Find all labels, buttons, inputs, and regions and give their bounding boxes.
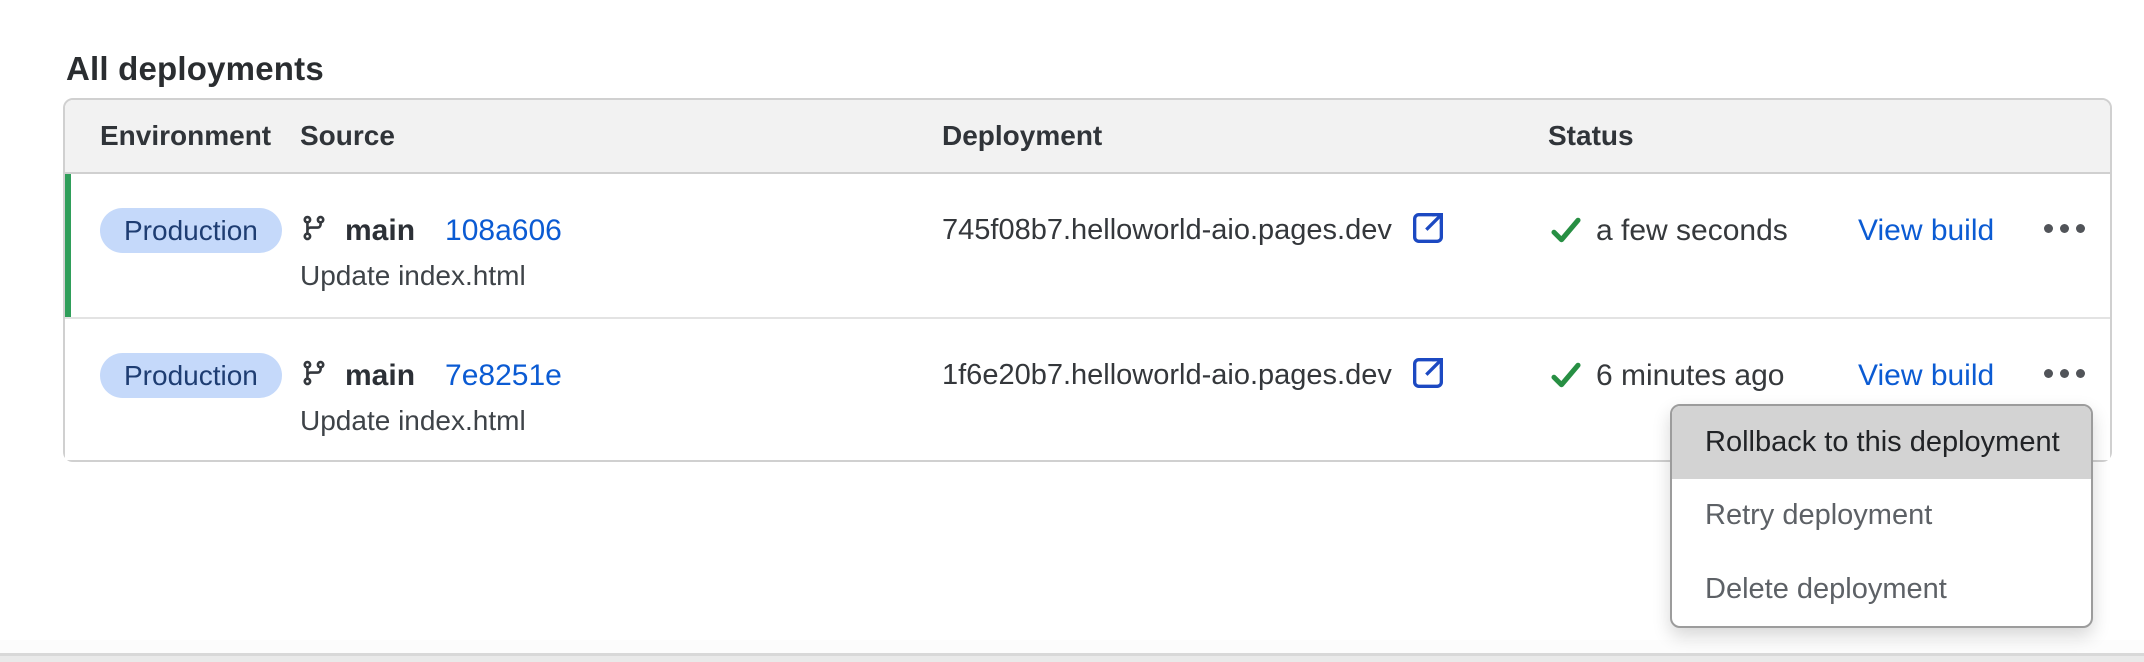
environment-badge: Production: [100, 353, 282, 398]
view-build-link[interactable]: View build: [1858, 353, 1994, 398]
commit-link[interactable]: 108a606: [445, 214, 562, 248]
source-cell: main 7e8251e Update index.html: [300, 319, 942, 460]
row-actions-ellipsis-icon[interactable]: [2042, 218, 2087, 239]
commit-message: Update index.html: [300, 259, 942, 293]
status-time: 6 minutes ago: [1596, 353, 1784, 398]
column-header-environment: Environment: [65, 120, 300, 152]
column-header-deployment: Deployment: [942, 120, 1548, 152]
menu-item-retry[interactable]: Retry deployment: [1672, 479, 2091, 552]
environment-badge: Production: [100, 208, 282, 253]
branch-name: main: [345, 359, 415, 393]
commit-link[interactable]: 7e8251e: [445, 359, 562, 393]
check-icon: [1548, 212, 1584, 253]
external-link-icon[interactable]: [1408, 353, 1448, 398]
git-branch-icon: [300, 359, 328, 392]
deployment-actions-menu: Rollback to this deployment Retry deploy…: [1670, 404, 2093, 628]
status-cell: a few seconds View build: [1548, 174, 2110, 317]
deployment-cell: 745f08b7.helloworld-aio.pages.dev: [942, 174, 1548, 317]
table-header: Environment Source Deployment Status: [65, 100, 2110, 174]
commit-message: Update index.html: [300, 404, 942, 438]
deployment-url: 1f6e20b7.helloworld-aio.pages.dev: [942, 359, 1392, 392]
environment-cell: Production: [65, 174, 300, 317]
deployment-row: Production main 108a606 Update index.htm…: [65, 174, 2110, 319]
branch-name: main: [345, 214, 415, 248]
deployment-cell: 1f6e20b7.helloworld-aio.pages.dev: [942, 319, 1548, 460]
column-header-status: Status: [1548, 120, 2110, 152]
page-title: All deployments: [66, 48, 324, 90]
deployment-url: 745f08b7.helloworld-aio.pages.dev: [942, 214, 1392, 247]
current-deployment-indicator: [65, 174, 71, 317]
check-icon: [1548, 357, 1584, 398]
view-build-link[interactable]: View build: [1858, 208, 1994, 253]
menu-item-delete[interactable]: Delete deployment: [1672, 553, 2091, 626]
status-time: a few seconds: [1596, 208, 1788, 253]
column-header-source: Source: [300, 120, 942, 152]
row-actions-ellipsis-icon[interactable]: [2042, 363, 2087, 384]
section-divider-shadow: [0, 656, 2144, 662]
menu-item-rollback[interactable]: Rollback to this deployment: [1672, 406, 2091, 479]
section-bottom-background: [0, 640, 2144, 653]
environment-cell: Production: [65, 319, 300, 460]
source-cell: main 108a606 Update index.html: [300, 174, 942, 317]
external-link-icon[interactable]: [1408, 208, 1448, 253]
git-branch-icon: [300, 214, 328, 247]
